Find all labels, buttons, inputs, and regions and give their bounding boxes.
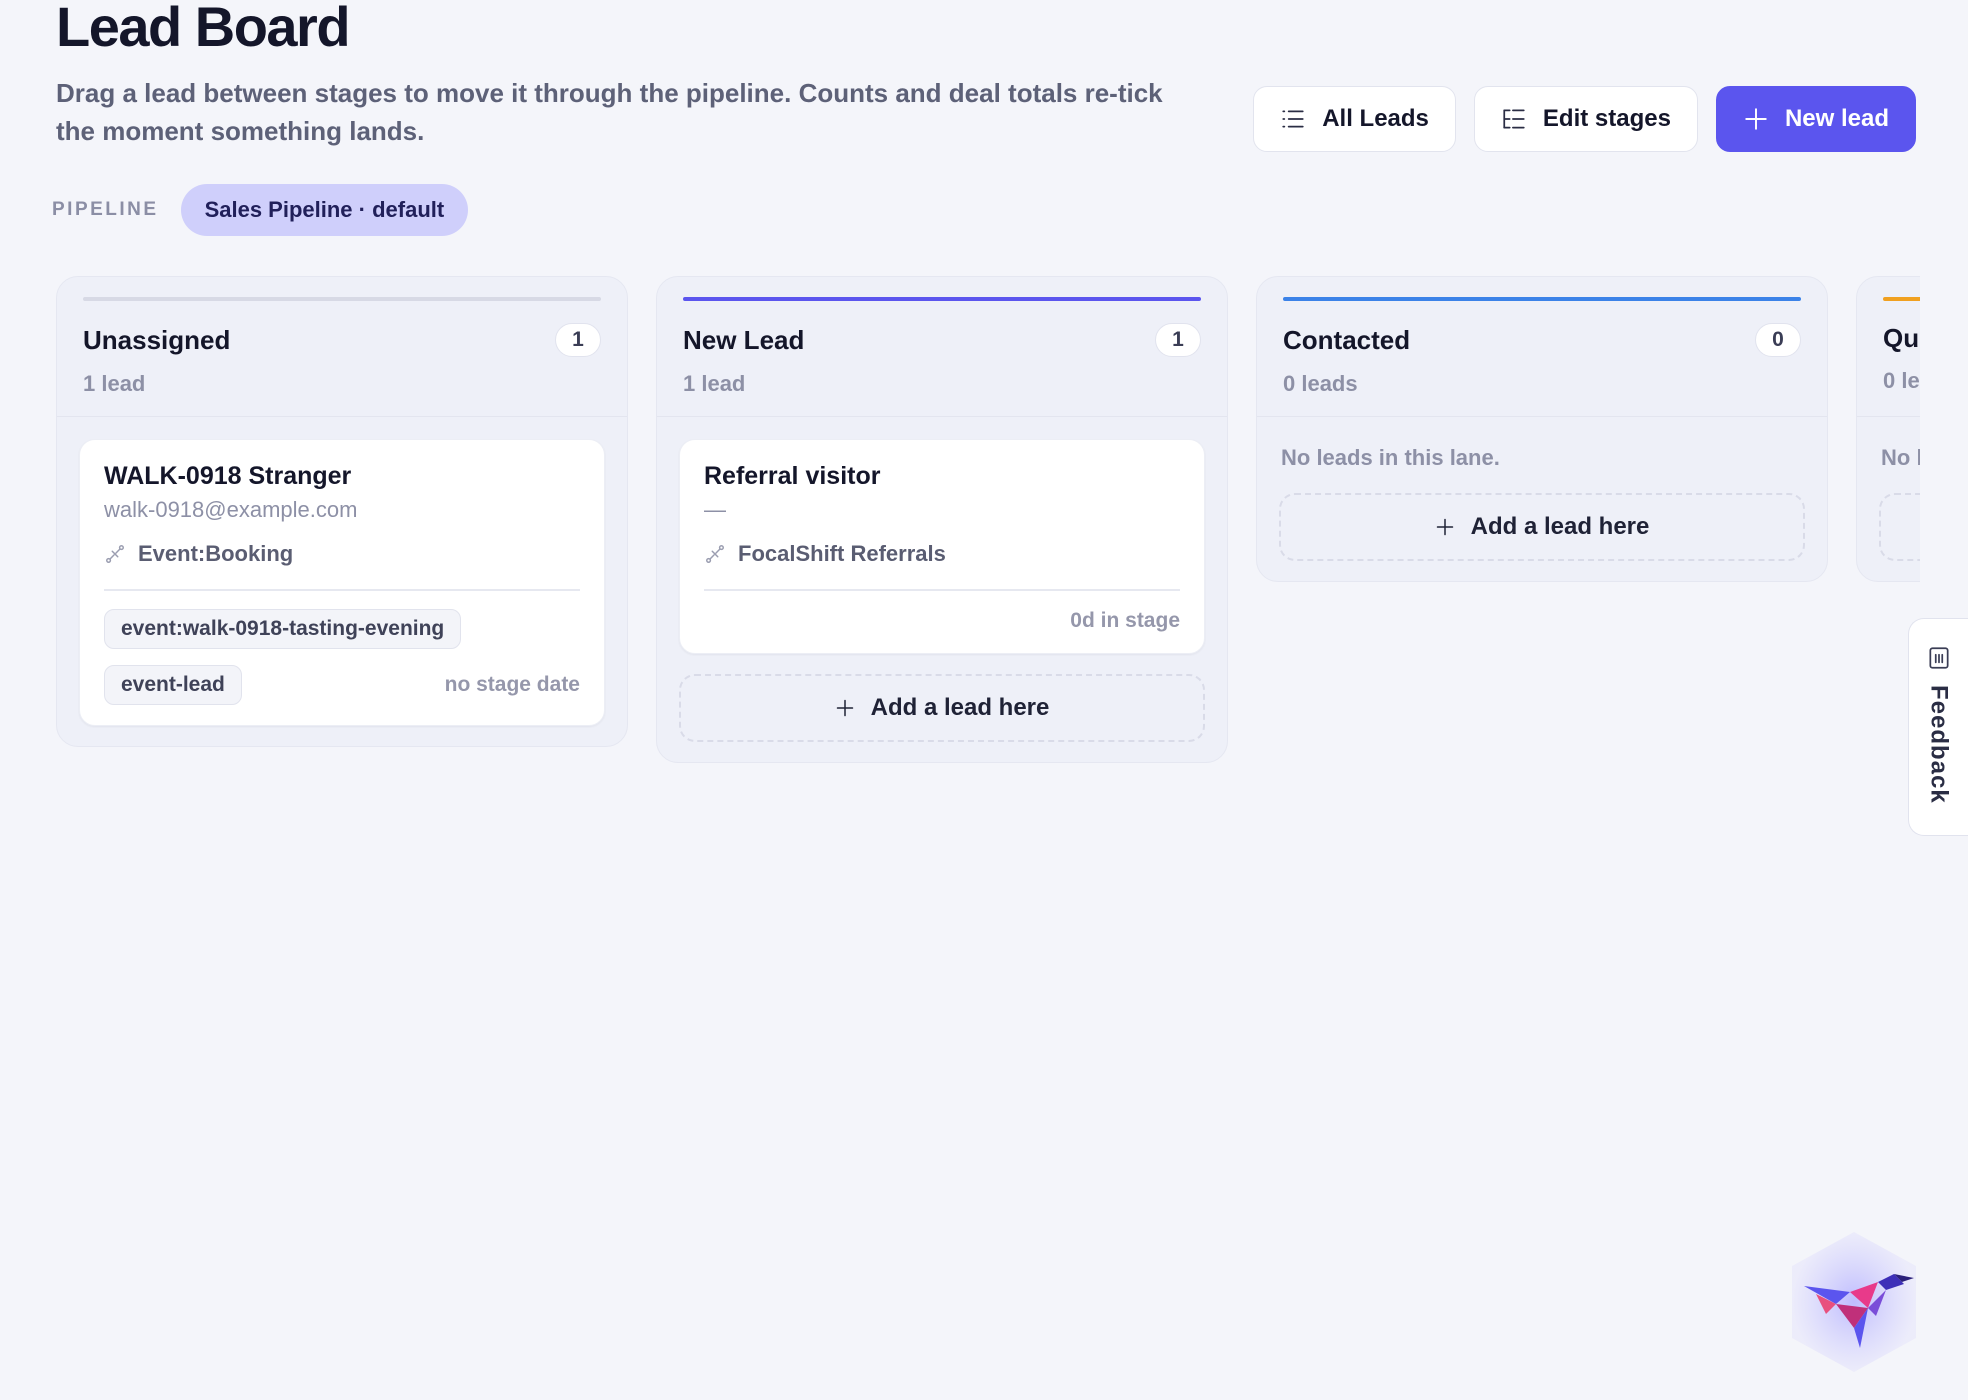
add-lead-label: Add a lead here bbox=[870, 693, 1050, 721]
card-divider bbox=[704, 589, 1180, 591]
lead-card[interactable]: Referral visitor — FocalShift Referrals … bbox=[679, 439, 1205, 654]
new-lead-button[interactable]: New lead bbox=[1715, 86, 1916, 152]
lane-color-bar bbox=[1883, 297, 1920, 301]
kanban-board: Unassigned 1 1 lead WALK-0918 Stranger w… bbox=[56, 276, 1920, 796]
feedback-tab[interactable]: Feedback bbox=[1908, 618, 1968, 836]
lane-contacted[interactable]: Contacted 0 0 leads No leads in this lan… bbox=[1256, 276, 1828, 582]
add-lead-button[interactable]: Add a lead here bbox=[679, 673, 1205, 742]
stages-icon bbox=[1503, 109, 1525, 129]
lane-header: Qu 0 le bbox=[1857, 277, 1920, 417]
pipeline-selector: PIPELINE Sales Pipeline · default bbox=[52, 184, 469, 236]
lane-color-bar bbox=[1283, 297, 1801, 301]
hummingbird-logo-icon bbox=[1792, 1232, 1916, 1372]
all-leads-label: All Leads bbox=[1322, 105, 1429, 132]
lane-lead-count: 0 leads bbox=[1283, 371, 1358, 396]
lead-tag: event-lead bbox=[104, 664, 242, 705]
lead-name: WALK-0918 Stranger bbox=[104, 462, 352, 490]
plus-icon bbox=[1436, 518, 1453, 536]
page-title: Lead Board bbox=[56, 0, 351, 58]
lane-count-badge: 1 bbox=[555, 323, 601, 357]
empty-lane-message: No leads in this lane. bbox=[1281, 445, 1500, 470]
plus-icon bbox=[1745, 108, 1767, 130]
pipeline-label: PIPELINE bbox=[52, 199, 159, 220]
lane-title: Qu bbox=[1883, 323, 1920, 353]
lead-email: — bbox=[704, 497, 726, 522]
stage-date: no stage date bbox=[444, 672, 580, 696]
feedback-label: Feedback bbox=[1925, 685, 1953, 804]
link-icon bbox=[106, 545, 124, 563]
lead-source-label: FocalShift Referrals bbox=[738, 541, 946, 566]
card-divider bbox=[104, 589, 580, 591]
lane-header: Unassigned 1 1 lead bbox=[57, 277, 627, 417]
lead-email: walk-0918@example.com bbox=[104, 497, 358, 522]
feedback-icon bbox=[1928, 647, 1949, 669]
add-lead-label: Add a lead here bbox=[1470, 513, 1650, 540]
lane-lead-count: 0 le bbox=[1883, 368, 1920, 393]
stage-time: 0d in stage bbox=[1070, 608, 1180, 632]
lane-title: Contacted bbox=[1283, 324, 1411, 355]
lead-card[interactable]: WALK-0918 Stranger walk-0918@example.com… bbox=[79, 439, 605, 726]
lane-color-bar bbox=[683, 297, 1201, 301]
lane-qualified[interactable]: Qu 0 le No l bbox=[1856, 276, 1920, 582]
plus-icon bbox=[836, 699, 853, 716]
add-lead-button[interactable]: Add a lead here bbox=[1279, 493, 1805, 561]
lead-board-page: Lead Board Drag a lead between stages to… bbox=[0, 0, 1968, 1400]
pipeline-chip[interactable]: Sales Pipeline · default bbox=[180, 184, 469, 236]
empty-lane-message: No l bbox=[1881, 445, 1920, 470]
lane-title: New Lead bbox=[683, 324, 805, 355]
new-lead-label: New lead bbox=[1784, 105, 1889, 132]
hummingbird-logo-icon[interactable] bbox=[1776, 1224, 1932, 1380]
lead-source: FocalShift Referrals bbox=[704, 541, 1180, 567]
lane-new-lead[interactable]: New Lead 1 1 lead Referral visitor — Foc… bbox=[656, 276, 1228, 763]
list-icon bbox=[1282, 110, 1304, 128]
lane-color-bar bbox=[83, 297, 601, 301]
lane-title: Unassigned bbox=[83, 324, 231, 355]
lane-header: Contacted 0 0 leads bbox=[1257, 277, 1827, 417]
edit-stages-button[interactable]: Edit stages bbox=[1473, 86, 1698, 152]
lane-unassigned[interactable]: Unassigned 1 1 lead WALK-0918 Stranger w… bbox=[56, 276, 628, 747]
add-lead-button[interactable] bbox=[1879, 493, 1920, 561]
lane-count-badge: 1 bbox=[1155, 323, 1201, 357]
edit-stages-label: Edit stages bbox=[1542, 105, 1671, 132]
lead-name: Referral visitor bbox=[704, 462, 881, 490]
lane-header: New Lead 1 1 lead bbox=[657, 277, 1227, 417]
toolbar: All Leads Edit stages New lead bbox=[1253, 86, 1916, 152]
lead-tag: event:walk-0918-tasting-evening bbox=[104, 608, 462, 649]
lane-count-badge: 0 bbox=[1755, 323, 1801, 357]
link-icon bbox=[706, 545, 724, 563]
lead-source: Event:Booking bbox=[104, 541, 580, 567]
page-subtitle: Drag a lead between stages to move it th… bbox=[56, 78, 1163, 146]
lane-lead-count: 1 lead bbox=[83, 371, 146, 396]
lead-source-label: Event:Booking bbox=[138, 541, 294, 566]
lane-lead-count: 1 lead bbox=[683, 371, 746, 396]
all-leads-button[interactable]: All Leads bbox=[1253, 86, 1456, 152]
